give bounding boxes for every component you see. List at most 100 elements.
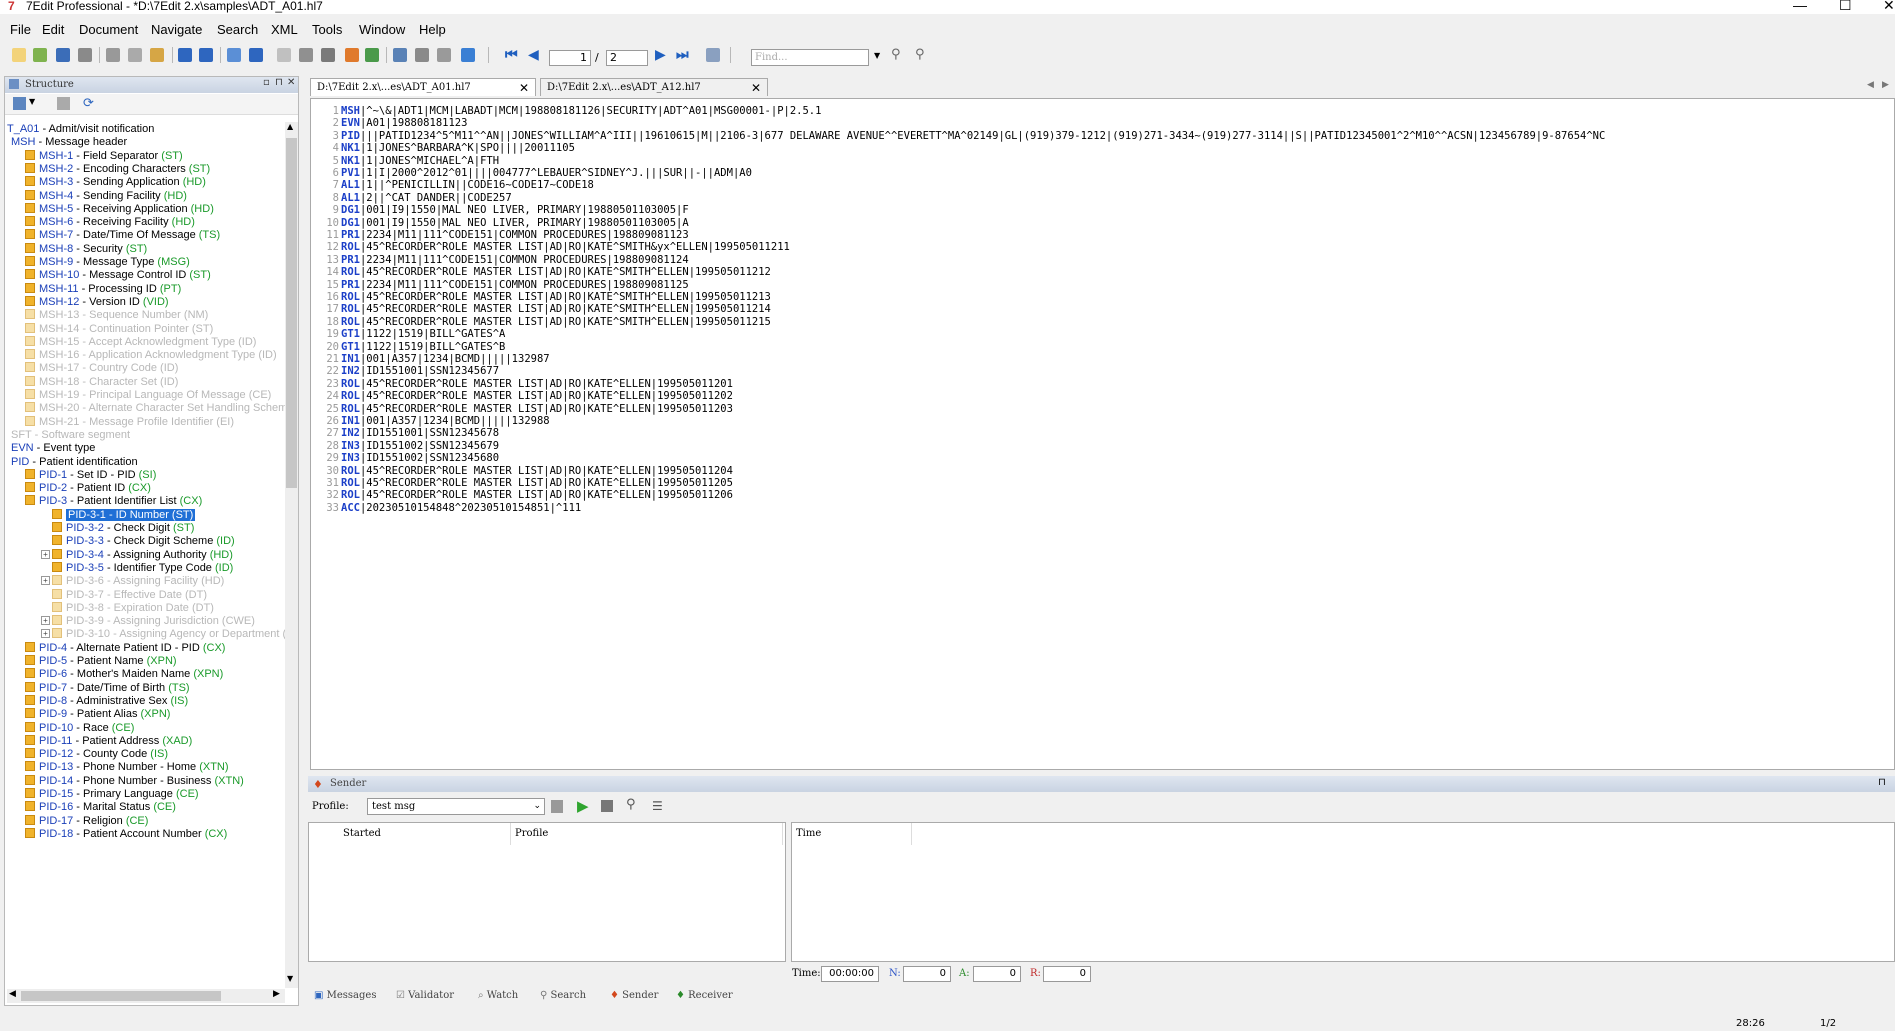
tab-search[interactable]: ⚲ Search [540, 990, 586, 1001]
tab-adt-a01[interactable]: D:\7Edit 2.x\...es\ADT_A01.hl7 ✕ [310, 78, 536, 96]
tree-node[interactable]: PID-17 - Religion (CE) [25, 814, 148, 828]
undo-icon[interactable] [178, 48, 192, 62]
tab-close-icon[interactable]: ✕ [751, 79, 761, 97]
segment-line[interactable]: IN1|001|A357|1234|BCMD|||||132987 [341, 353, 550, 365]
tree-node[interactable]: PID-5 - Patient Name (XPN) [25, 654, 177, 668]
tab-close-icon[interactable]: ✕ [519, 79, 529, 97]
receive-icon[interactable] [365, 48, 379, 62]
expand-icon[interactable]: + [41, 576, 50, 586]
tree-node[interactable]: PID-6 - Mother's Maiden Name (XPN) [25, 667, 223, 681]
next-page-icon[interactable]: ▶ [655, 47, 666, 63]
tree-node[interactable]: PID-18 - Patient Account Number (CX) [25, 827, 227, 841]
scroll-left-icon[interactable]: ◀ [9, 989, 16, 999]
segment-line[interactable]: IN3|ID1551002|SSN12345680 [341, 452, 499, 464]
menu-tools[interactable]: Tools [312, 22, 342, 37]
validate-icon[interactable] [277, 48, 291, 62]
table-icon[interactable] [437, 48, 451, 62]
segment-line[interactable]: AL1|1||^PENICILLIN||CODE16~CODE17~CODE18 [341, 179, 594, 191]
menu-window[interactable]: Window [359, 22, 405, 37]
tree-node[interactable]: + PID-3-10 - Assigning Agency or Departme… [41, 627, 285, 641]
tree-node[interactable]: MSH-3 - Sending Application (HD) [25, 175, 206, 189]
tree-node[interactable]: PID-3-5 - Identifier Type Code (ID) [41, 561, 233, 575]
tab-watch[interactable]: ⌕ Watch [478, 990, 518, 1001]
globe-icon[interactable] [393, 48, 407, 62]
structure-view-dropdown-icon[interactable]: ▼ [29, 97, 35, 106]
tree-node[interactable]: MSH-20 - Alternate Character Set Handlin… [25, 401, 285, 415]
tab-sender[interactable]: ♦ Sender [610, 990, 658, 1001]
tree-node[interactable]: PID-1 - Set ID - PID (SI) [25, 468, 156, 482]
tree-node[interactable]: MSH-19 - Principal Language Of Message (… [25, 388, 271, 402]
tree-node[interactable]: SFT - Software segment [11, 428, 130, 442]
segment-line[interactable]: ROL|45^RECORDER^ROLE MASTER LIST|AD|RO|K… [341, 266, 771, 278]
segment-line[interactable]: NK1|1|JONES^BARBARA^K|SPO||||20011105 [341, 142, 575, 154]
sender-pin-icon[interactable]: ⊓ [1878, 777, 1886, 788]
hl7-editor[interactable]: 1 MSH|^~\&|ADT1|MCM|LABADT|MCM|1988081811… [310, 98, 1895, 770]
tree-node[interactable]: PID-2 - Patient ID (CX) [25, 481, 151, 495]
tree-node[interactable]: MSH-7 - Date/Time Of Message (TS) [25, 228, 220, 242]
maximize-button[interactable]: ☐ [1839, 0, 1852, 14]
first-page-icon[interactable]: ⏮ [505, 47, 518, 63]
tree-scroll-thumb[interactable] [286, 138, 297, 488]
paste-icon[interactable] [150, 48, 164, 62]
tree-node[interactable]: MSH-13 - Sequence Number (NM) [25, 308, 208, 322]
tab-messages[interactable]: ▣ Messages [314, 990, 376, 1001]
tree-node[interactable]: PID-12 - County Code (IS) [25, 747, 168, 761]
menu-xml[interactable]: XML [271, 22, 298, 37]
tree-node[interactable]: T_A01 - Admit/visit notification [7, 122, 154, 136]
open-icon[interactable] [33, 48, 47, 62]
tree-node[interactable]: PID-8 - Administrative Sex (IS) [25, 694, 188, 708]
segment-line[interactable]: PR1|2234|M11|111^CODE151|COMMON PROCEDUR… [341, 229, 689, 241]
format-icon[interactable] [227, 48, 241, 62]
tab-receiver[interactable]: ♦ Receiver [676, 990, 733, 1001]
menu-document[interactable]: Document [79, 22, 138, 37]
segment-line[interactable]: PV1|1|I|2000^2012^01||||004777^LEBAUER^S… [341, 167, 752, 179]
tab-validator[interactable]: ☑ Validator [396, 990, 454, 1001]
tree-node[interactable]: MSH-2 - Encoding Characters (ST) [25, 162, 210, 176]
tree-node[interactable]: MSH-9 - Message Type (MSG) [25, 255, 190, 269]
collapse-icon[interactable] [57, 97, 70, 110]
tree-node[interactable]: MSH - Message header [11, 135, 127, 149]
tree-hscroll-thumb[interactable] [21, 991, 221, 1001]
tree-node[interactable]: MSH-16 - Application Acknowledgment Type… [25, 348, 277, 362]
profile-select[interactable]: test msg ⌄ [367, 798, 545, 815]
segment-line[interactable]: ROL|45^RECORDER^ROLE MASTER LIST|AD|RO|K… [341, 403, 733, 415]
segment-line[interactable]: AL1|2||^CAT DANDER||CODE257 [341, 192, 512, 204]
expand-icon[interactable]: + [41, 629, 50, 639]
tree-node[interactable]: MSH-21 - Message Profile Identifier (EI) [25, 415, 234, 429]
structure-view-icon[interactable] [13, 97, 26, 110]
panel-close-icon[interactable]: ✕ [287, 77, 295, 88]
tree-node[interactable]: MSH-14 - Continuation Pointer (ST) [25, 322, 213, 336]
find-options-icon[interactable]: ⚲ [915, 47, 925, 62]
tree-node[interactable]: PID-3-7 - Effective Date (DT) [41, 588, 207, 602]
scroll-right-icon[interactable]: ▶ [273, 989, 280, 999]
settings-icon[interactable]: ☰ [652, 799, 663, 813]
expand-icon[interactable]: + [41, 549, 50, 559]
print-icon[interactable] [78, 48, 92, 62]
tree-node[interactable]: PID-7 - Date/Time of Birth (TS) [25, 681, 190, 695]
tree-node[interactable]: PID-15 - Primary Language (CE) [25, 787, 199, 801]
segment-line[interactable]: DG1|001|I9|1550|MAL NEO LIVER, PRIMARY|1… [341, 217, 689, 229]
segment-line[interactable]: GT1|1122|1519|BILL^GATES^B [341, 341, 505, 353]
tree-node[interactable]: PID-3-3 - Check Digit Scheme (ID) [41, 534, 235, 548]
scroll-up-icon[interactable]: ▲ [287, 122, 293, 131]
cut-icon[interactable] [106, 48, 120, 62]
redo-icon[interactable] [199, 48, 213, 62]
stop-icon[interactable] [601, 800, 613, 812]
menu-navigate[interactable]: Navigate [151, 22, 202, 37]
find-dropdown-icon[interactable]: ▼ [874, 51, 880, 60]
tree-node[interactable]: PID-3 - Patient Identifier List (CX) [25, 494, 202, 508]
segment-line[interactable]: PR1|2234|M11|111^CODE151|COMMON PROCEDUR… [341, 279, 689, 291]
tabs-scroll-right-icon[interactable]: ▶ [1882, 80, 1889, 90]
prev-page-icon[interactable]: ◀ [528, 47, 539, 63]
tree-node[interactable]: MSH-12 - Version ID (VID) [25, 295, 169, 309]
segment-line[interactable]: ROL|45^RECORDER^ROLE MASTER LIST|AD|RO|K… [341, 477, 733, 489]
minimize-button[interactable]: — [1793, 0, 1807, 13]
segment-line[interactable]: EVN|A01|198808181123 [341, 117, 467, 129]
compare-icon[interactable] [299, 48, 313, 62]
tree-node[interactable]: PID-9 - Patient Alias (XPN) [25, 707, 170, 721]
tabs-scroll-left-icon[interactable]: ◀ [1867, 80, 1874, 90]
segment-line[interactable]: ROL|45^RECORDER^ROLE MASTER LIST|AD|RO|K… [341, 303, 771, 315]
tree-node[interactable]: MSH-15 - Accept Acknowledgment Type (ID) [25, 335, 256, 349]
segment-line[interactable]: MSH|^~\&|ADT1|MCM|LABADT|MCM|19880818112… [341, 105, 821, 117]
tree-node[interactable]: MSH-6 - Receiving Facility (HD) [25, 215, 195, 229]
